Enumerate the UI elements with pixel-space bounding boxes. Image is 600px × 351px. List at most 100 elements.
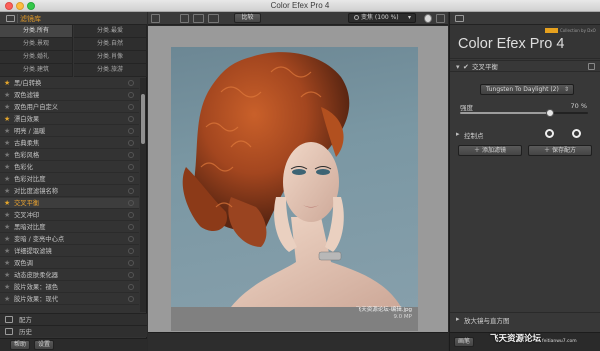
- zoom-select[interactable]: 变焦 (100 %) ▾: [348, 13, 416, 23]
- filter-preset-icon[interactable]: [128, 260, 134, 266]
- strength-slider[interactable]: [460, 109, 588, 117]
- compare-button[interactable]: 比较: [234, 13, 261, 23]
- filter-enabled-checkbox[interactable]: ✔: [463, 62, 469, 72]
- favorite-star-icon[interactable]: ★: [4, 139, 10, 148]
- filter-list-item[interactable]: ★ 双色调: [0, 258, 139, 269]
- filter-preset-icon[interactable]: [128, 188, 134, 194]
- filter-list-item[interactable]: ★ 双色滤镜: [0, 90, 139, 101]
- filter-preset-icon[interactable]: [128, 104, 134, 110]
- filter-list-item[interactable]: ★ 交叉平衡: [0, 198, 139, 209]
- preset-dropdown[interactable]: Tungsten To Daylight (2) ⇕: [480, 84, 574, 95]
- single-view-icon[interactable]: [180, 14, 189, 23]
- filter-list-item[interactable]: ★ 交叉冲印: [0, 210, 139, 221]
- filter-preset-icon[interactable]: [128, 248, 134, 254]
- preview-canvas[interactable]: 飞天资源论坛-编辑.jpg 9.0 MP: [148, 26, 448, 332]
- filter-preset-icon[interactable]: [128, 296, 134, 302]
- expand-triangle-icon[interactable]: ▾: [456, 62, 460, 72]
- favorite-star-icon[interactable]: ★: [4, 163, 10, 172]
- strength-slider-handle[interactable]: [545, 109, 554, 117]
- filter-list-item[interactable]: ★ 双色用户自定义: [0, 102, 139, 113]
- filter-list-item[interactable]: ★ 漂白效果: [0, 114, 139, 125]
- filter-list-item[interactable]: ★ 色彩化: [0, 162, 139, 173]
- history-section[interactable]: 历史: [0, 325, 147, 337]
- category-wedding[interactable]: 分类.婚礼: [0, 51, 73, 64]
- favorite-star-icon[interactable]: ★: [4, 259, 10, 268]
- settings-button[interactable]: 设置: [34, 340, 54, 350]
- filter-list-item[interactable]: ★ 对比度滤镜名称: [0, 186, 139, 197]
- panel-toggle-icon[interactable]: [6, 15, 15, 22]
- filter-list-item[interactable]: ★ 变暗 / 变亮中心点: [0, 234, 139, 245]
- brush-button[interactable]: 画笔: [454, 337, 474, 347]
- filter-preset-icon[interactable]: [128, 272, 134, 278]
- category-portrait[interactable]: 分类.肖像: [74, 51, 147, 64]
- filter-preset-icon[interactable]: [128, 212, 134, 218]
- favorite-star-icon[interactable]: ★: [4, 175, 10, 184]
- filter-list-item[interactable]: ★ 胶片效果：褪色: [0, 282, 139, 293]
- favorite-star-icon[interactable]: ★: [4, 283, 10, 292]
- filter-preset-icon[interactable]: [128, 80, 134, 86]
- recipes-section[interactable]: 配方: [0, 313, 147, 325]
- category-landscape[interactable]: 分类.景观: [0, 38, 73, 51]
- filter-list-item[interactable]: ★ 胶片效果：现代: [0, 294, 139, 305]
- remove-control-point-icon[interactable]: [572, 129, 581, 138]
- scrollbar-thumb[interactable]: [141, 94, 145, 144]
- filter-preset-icon[interactable]: [128, 140, 134, 146]
- favorite-star-icon[interactable]: ★: [4, 223, 10, 232]
- add-filter-button[interactable]: ＋ 添加滤镜: [458, 145, 522, 156]
- save-recipe-button[interactable]: ＋ 保存配方: [528, 145, 592, 156]
- filter-preset-icon[interactable]: [128, 164, 134, 170]
- category-nature[interactable]: 分类.自然: [74, 38, 147, 51]
- filter-menu-icon[interactable]: [588, 63, 595, 70]
- favorite-star-icon[interactable]: ★: [4, 91, 10, 100]
- favorite-star-icon[interactable]: ★: [4, 295, 10, 304]
- favorite-star-icon[interactable]: ★: [4, 211, 10, 220]
- category-all[interactable]: 分类.所有: [0, 25, 73, 38]
- category-architecture[interactable]: 分类.建筑: [0, 64, 73, 77]
- filter-section-header[interactable]: ▾ ✔ 交叉平衡: [450, 60, 600, 72]
- loupe-histogram-section[interactable]: ▸ 放大镜与直方图: [450, 312, 600, 325]
- filter-preset-icon[interactable]: [128, 176, 134, 182]
- expand-triangle-icon[interactable]: ▸: [456, 130, 460, 138]
- filter-list-item[interactable]: ★ 黑暗对比度: [0, 222, 139, 233]
- category-favorites[interactable]: 分类.最爱: [74, 25, 147, 38]
- add-control-point-icon[interactable]: [545, 129, 554, 138]
- expand-triangle-icon[interactable]: ▸: [456, 315, 460, 323]
- filter-list-item[interactable]: ★ 色彩对比度: [0, 174, 139, 185]
- filter-preset-icon[interactable]: [128, 92, 134, 98]
- panel-toggle-right-icon[interactable]: [436, 14, 445, 23]
- control-points-row[interactable]: ▸ 控制点: [450, 125, 600, 145]
- favorite-star-icon[interactable]: ★: [4, 247, 10, 256]
- filter-library-header[interactable]: 滤镜库: [0, 12, 147, 25]
- favorite-star-icon[interactable]: ★: [4, 79, 10, 88]
- divider: [17, 14, 18, 23]
- favorite-star-icon[interactable]: ★: [4, 187, 10, 196]
- favorite-star-icon[interactable]: ★: [4, 115, 10, 124]
- filter-preset-icon[interactable]: [128, 200, 134, 206]
- filter-preset-icon[interactable]: [128, 236, 134, 242]
- filter-list-item[interactable]: ★ 明亮 / 温暖: [0, 126, 139, 137]
- filter-preset-icon[interactable]: [128, 224, 134, 230]
- help-button[interactable]: 帮助: [10, 340, 30, 350]
- filter-list-item[interactable]: ★ 详细提取滤镜: [0, 246, 139, 257]
- split-view-icon[interactable]: [193, 14, 204, 23]
- favorite-star-icon[interactable]: ★: [4, 127, 10, 136]
- category-travel[interactable]: 分类.旅游: [74, 64, 147, 77]
- favorite-star-icon[interactable]: ★: [4, 199, 10, 208]
- favorite-star-icon[interactable]: ★: [4, 151, 10, 160]
- filter-preset-icon[interactable]: [128, 116, 134, 122]
- filter-list-item[interactable]: ★ 黑/白转换: [0, 78, 139, 89]
- filter-preset-icon[interactable]: [128, 128, 134, 134]
- filter-preset-icon[interactable]: [128, 152, 134, 158]
- background-color-icon[interactable]: [424, 14, 432, 23]
- panel-layout-icon[interactable]: [455, 15, 464, 22]
- filter-list-scrollbar[interactable]: [140, 78, 146, 312]
- favorite-star-icon[interactable]: ★: [4, 235, 10, 244]
- favorite-star-icon[interactable]: ★: [4, 103, 10, 112]
- side-by-side-view-icon[interactable]: [208, 14, 219, 23]
- filter-list-item[interactable]: ★ 色彩风格: [0, 150, 139, 161]
- favorite-star-icon[interactable]: ★: [4, 271, 10, 280]
- filter-list-item[interactable]: ★ 动态皮肤柔化器: [0, 270, 139, 281]
- filter-list-item[interactable]: ★ 古典柔焦: [0, 138, 139, 149]
- filter-preset-icon[interactable]: [128, 284, 134, 290]
- sidebar-toggle-icon[interactable]: [151, 14, 160, 23]
